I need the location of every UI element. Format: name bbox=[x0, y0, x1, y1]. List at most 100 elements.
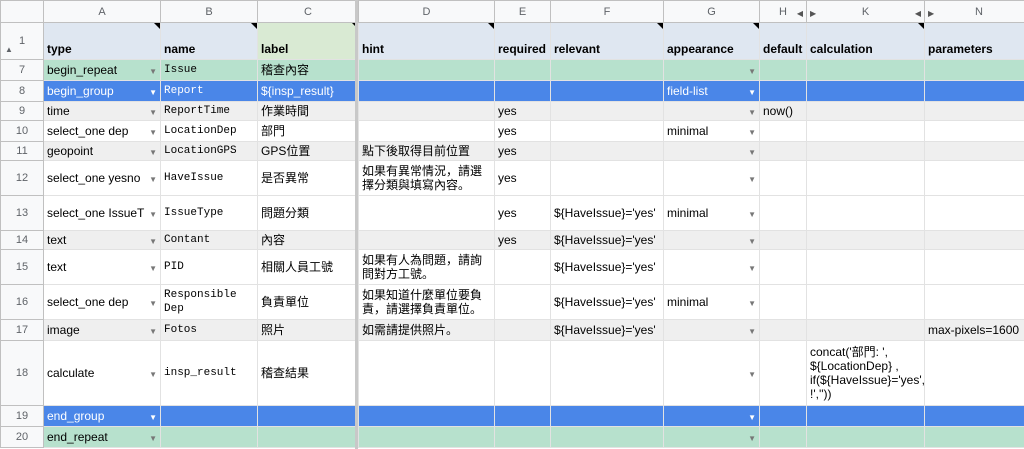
cell-label[interactable]: 是否異常 bbox=[257, 160, 359, 196]
column-header-f[interactable]: F bbox=[550, 0, 664, 23]
cell-name[interactable]: ReportTime bbox=[160, 101, 258, 121]
cell-appearance[interactable]: ▼ bbox=[663, 141, 760, 161]
cell-name[interactable]: Responsible Dep bbox=[160, 284, 258, 320]
cell-parameters[interactable] bbox=[924, 160, 1024, 196]
cell-type[interactable]: image ▼ bbox=[43, 319, 161, 341]
header-calculation[interactable]: calculation bbox=[806, 22, 925, 60]
select-all-corner[interactable] bbox=[0, 0, 44, 23]
cell-required[interactable]: yes bbox=[494, 141, 551, 161]
dropdown-arrow-icon[interactable]: ▼ bbox=[149, 297, 157, 311]
dropdown-arrow-icon[interactable]: ▼ bbox=[748, 86, 756, 100]
header-label[interactable]: label bbox=[257, 22, 359, 60]
cell-calculation[interactable] bbox=[806, 230, 925, 250]
dropdown-arrow-icon[interactable]: ▼ bbox=[149, 411, 157, 425]
cell-label[interactable]: 內容 bbox=[257, 230, 359, 250]
cell-label[interactable]: 相關人員工號 bbox=[257, 249, 359, 285]
cell-label[interactable] bbox=[257, 405, 359, 427]
cell-default[interactable] bbox=[759, 284, 807, 320]
hidden-columns-left-arrow-icon[interactable]: ◀ bbox=[915, 7, 921, 21]
cell-parameters[interactable] bbox=[924, 230, 1024, 250]
header-type[interactable]: type bbox=[43, 22, 161, 60]
cell-hint[interactable] bbox=[358, 405, 495, 427]
dropdown-arrow-icon[interactable]: ▼ bbox=[149, 325, 157, 339]
row-header[interactable]: 11 bbox=[0, 141, 44, 161]
cell-parameters[interactable] bbox=[924, 284, 1024, 320]
cell-name[interactable] bbox=[160, 405, 258, 427]
cell-calculation[interactable] bbox=[806, 195, 925, 231]
cell-type[interactable]: text ▼ bbox=[43, 230, 161, 250]
row-header[interactable]: 20 bbox=[0, 426, 44, 448]
cell-calculation[interactable] bbox=[806, 120, 925, 142]
cell-calculation[interactable] bbox=[806, 284, 925, 320]
header-name[interactable]: name bbox=[160, 22, 258, 60]
cell-label[interactable]: 作業時間 bbox=[257, 101, 359, 121]
dropdown-arrow-icon[interactable]: ▼ bbox=[149, 262, 157, 276]
cell-appearance[interactable]: ▼ bbox=[663, 101, 760, 121]
header-hint[interactable]: hint bbox=[358, 22, 495, 60]
cell-required[interactable]: yes bbox=[494, 160, 551, 196]
cell-label[interactable]: 部門 bbox=[257, 120, 359, 142]
cell-hint[interactable]: 如果知道什麼單位要負責，請選擇負責單位。 bbox=[358, 284, 495, 320]
cell-appearance[interactable]: ▼ bbox=[663, 249, 760, 285]
cell-hint[interactable]: 如果有異常情況，請選擇分類與填寫內容。 bbox=[358, 160, 495, 196]
dropdown-arrow-icon[interactable]: ▼ bbox=[748, 146, 756, 160]
dropdown-arrow-icon[interactable]: ▼ bbox=[748, 106, 756, 120]
cell-required[interactable] bbox=[494, 319, 551, 341]
column-header-a[interactable]: A bbox=[43, 0, 161, 23]
cell-hint[interactable]: 如需請提供照片。 bbox=[358, 319, 495, 341]
cell-hint[interactable] bbox=[358, 340, 495, 406]
cell-default[interactable] bbox=[759, 160, 807, 196]
hidden-columns-right-arrow-icon[interactable]: ▶ bbox=[928, 7, 934, 21]
cell-name[interactable]: Fotos bbox=[160, 319, 258, 341]
cell-default[interactable] bbox=[759, 426, 807, 448]
row-header[interactable]: 9 bbox=[0, 101, 44, 121]
dropdown-arrow-icon[interactable]: ▼ bbox=[748, 325, 756, 339]
cell-name[interactable]: HaveIssue bbox=[160, 160, 258, 196]
cell-relevant[interactable]: ${HaveIssue}='yes' bbox=[550, 319, 664, 341]
cell-calculation[interactable] bbox=[806, 160, 925, 196]
cell-calculation[interactable] bbox=[806, 59, 925, 81]
cell-calculation[interactable] bbox=[806, 141, 925, 161]
cell-default[interactable] bbox=[759, 195, 807, 231]
cell-relevant[interactable] bbox=[550, 160, 664, 196]
cell-hint[interactable]: 如果有人為問題，請詢問對方工號。 bbox=[358, 249, 495, 285]
row-header[interactable]: 13 bbox=[0, 195, 44, 231]
row-header[interactable]: 8 bbox=[0, 80, 44, 102]
column-header-c[interactable]: C bbox=[257, 0, 359, 23]
row-header[interactable]: 19 bbox=[0, 405, 44, 427]
cell-name[interactable]: insp_result bbox=[160, 340, 258, 406]
cell-default[interactable]: now() bbox=[759, 101, 807, 121]
cell-type[interactable]: end_repeat ▼ bbox=[43, 426, 161, 448]
cell-name[interactable]: Report bbox=[160, 80, 258, 102]
header-parameters[interactable]: parameters bbox=[924, 22, 1024, 60]
cell-relevant[interactable] bbox=[550, 59, 664, 81]
cell-parameters[interactable] bbox=[924, 101, 1024, 121]
cell-type[interactable]: begin_group ▼ bbox=[43, 80, 161, 102]
cell-name[interactable] bbox=[160, 426, 258, 448]
cell-type[interactable]: select_one dep ▼ bbox=[43, 284, 161, 320]
row-header[interactable]: 7 bbox=[0, 59, 44, 81]
cell-type[interactable]: select_one yesno ▼ bbox=[43, 160, 161, 196]
cell-hint[interactable] bbox=[358, 59, 495, 81]
cell-relevant[interactable] bbox=[550, 141, 664, 161]
cell-hint[interactable] bbox=[358, 120, 495, 142]
cell-appearance[interactable]: ▼ bbox=[663, 340, 760, 406]
cell-hint[interactable] bbox=[358, 195, 495, 231]
cell-parameters[interactable] bbox=[924, 340, 1024, 406]
header-default[interactable]: default bbox=[759, 22, 807, 60]
cell-default[interactable] bbox=[759, 249, 807, 285]
dropdown-arrow-icon[interactable]: ▼ bbox=[149, 106, 157, 120]
cell-label[interactable]: 負責單位 bbox=[257, 284, 359, 320]
dropdown-arrow-icon[interactable]: ▼ bbox=[149, 65, 157, 79]
dropdown-arrow-icon[interactable]: ▼ bbox=[149, 146, 157, 160]
cell-name[interactable]: IssueType bbox=[160, 195, 258, 231]
dropdown-arrow-icon[interactable]: ▼ bbox=[149, 368, 157, 382]
cell-name[interactable]: Issue bbox=[160, 59, 258, 81]
cell-required[interactable]: yes bbox=[494, 230, 551, 250]
cell-type[interactable]: time ▼ bbox=[43, 101, 161, 121]
cell-required[interactable] bbox=[494, 426, 551, 448]
cell-appearance[interactable]: minimal ▼ bbox=[663, 195, 760, 231]
cell-parameters[interactable] bbox=[924, 195, 1024, 231]
cell-appearance[interactable]: ▼ bbox=[663, 405, 760, 427]
cell-default[interactable] bbox=[759, 59, 807, 81]
